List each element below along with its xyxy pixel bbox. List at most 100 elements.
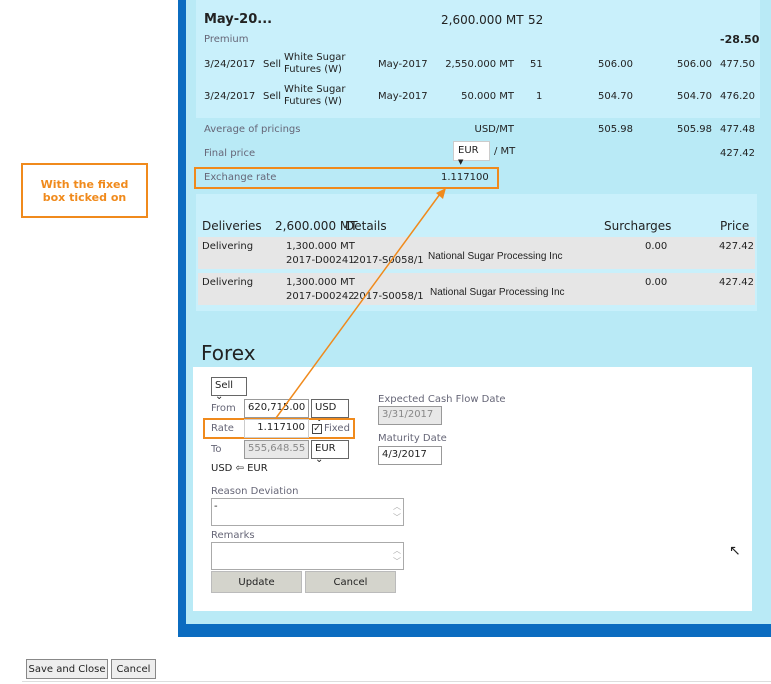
fixed-checkbox[interactable]: ✓ Fixed <box>312 423 350 434</box>
final-currency-value: EUR <box>458 145 479 156</box>
premium-value: -28.50 <box>720 33 760 46</box>
chevron-down-icon: ⌄ <box>215 391 224 402</box>
update-button[interactable]: Update <box>211 571 302 593</box>
footer-divider <box>22 681 771 682</box>
save-and-close-button[interactable]: Save and Close <box>26 659 108 679</box>
forex-cancel-button[interactable]: Cancel <box>305 571 396 593</box>
summary-qty: 2,600.000 MT <box>441 13 524 27</box>
remarks-label: Remarks <box>211 530 255 541</box>
row-instrument: White Sugar Futures (W) <box>284 52 346 75</box>
row-qty: 50.000 MT <box>461 91 514 102</box>
delivery-id[interactable]: 2017-D00242 <box>286 291 355 302</box>
from-currency-value: USD <box>315 402 337 413</box>
to-amount-input: 555,648.55 <box>244 440 309 459</box>
premium-label: Premium <box>204 34 249 45</box>
scroll-arrows-icon[interactable]: ︿ ﹀ <box>393 545 401 567</box>
chevron-down-icon: ⌄ <box>315 454 324 465</box>
annotation-callout: With the fixed box ticked on <box>21 163 148 218</box>
delivery-surcharges: 0.00 <box>645 241 668 252</box>
delivery-counterparty: National Sugar Processing Inc <box>430 287 565 298</box>
row-price: 477.50 <box>720 59 755 70</box>
currency-pair: USD ⇦ EUR <box>211 463 268 474</box>
row-price: 506.00 <box>598 59 633 70</box>
row-date: 3/24/2017 <box>204 91 256 102</box>
row-price: 476.20 <box>720 91 755 102</box>
direction-select[interactable]: Sell ⌄ <box>211 377 247 402</box>
final-currency-select[interactable]: EUR ▼ <box>453 141 490 166</box>
cancel-button[interactable]: Cancel <box>111 659 156 679</box>
delivery-counterparty: National Sugar Processing Inc <box>428 251 563 262</box>
expected-cash-flow-input: 3/31/2017 <box>378 406 442 425</box>
summary-lots: 52 <box>528 13 544 27</box>
final-price-value: 427.42 <box>720 148 755 159</box>
rate-value: 1.117100 <box>257 422 305 433</box>
forex-form: Sell ⌄ From 620,715.00 USD ⌄ Rate 1.1171… <box>193 367 752 611</box>
delivery-price: 427.42 <box>719 277 754 288</box>
scroll-arrows-icon[interactable]: ︿ ﹀ <box>393 501 401 523</box>
row-month: May-2017 <box>378 91 428 102</box>
surcharges-header: Surcharges <box>604 219 672 233</box>
row-side: Sell <box>263 91 282 102</box>
average-p2: 505.98 <box>677 124 712 135</box>
delivery-row[interactable]: Delivering 1,300.000 MT 2017-D00242 2017… <box>198 273 755 305</box>
deliveries-details: Details <box>345 219 387 233</box>
delivery-status: Delivering <box>202 277 254 288</box>
reason-deviation-textarea[interactable]: - ︿ ﹀ <box>211 498 404 526</box>
delivery-price: 427.42 <box>719 241 754 252</box>
fixed-label: Fixed <box>324 423 350 434</box>
delivery-contract[interactable]: 2017-S0058/1 <box>353 291 424 302</box>
expected-cash-flow-value: 3/31/2017 <box>382 409 434 420</box>
to-label: To <box>211 444 222 455</box>
checkbox-checked-icon: ✓ <box>312 423 322 434</box>
row-lots: 51 <box>530 59 543 70</box>
row-lots: 1 <box>536 91 543 102</box>
mouse-cursor-icon: ↖ <box>729 543 741 559</box>
summary-title: May-20... <box>204 12 273 27</box>
to-amount-value: 555,648.55 <box>248 443 306 454</box>
row-date: 3/24/2017 <box>204 59 256 70</box>
rate-label: Rate <box>211 423 234 434</box>
expected-cash-flow-label: Expected Cash Flow Date <box>378 394 506 405</box>
to-currency-value: EUR <box>315 443 336 454</box>
from-label: From <box>211 403 236 414</box>
row-side: Sell <box>263 59 282 70</box>
maturity-date-value: 4/3/2017 <box>382 449 427 460</box>
direction-value: Sell <box>215 380 234 391</box>
to-currency-select[interactable]: EUR ⌄ <box>311 440 349 465</box>
final-unit: / MT <box>494 146 516 157</box>
row-price: 506.00 <box>677 59 712 70</box>
maturity-date-label: Maturity Date <box>378 433 447 444</box>
callout-text: With the fixed box ticked on <box>40 177 129 204</box>
delivery-row[interactable]: Delivering 1,300.000 MT 2017-D00241 2017… <box>198 237 755 269</box>
average-p3: 477.48 <box>720 124 755 135</box>
row-qty: 2,550.000 MT <box>445 59 514 70</box>
rate-input[interactable]: 1.117100 <box>244 419 309 438</box>
forex-title: Forex <box>201 341 256 365</box>
average-label: Average of pricings <box>204 124 301 135</box>
delivery-qty: 1,300.000 MT <box>286 277 355 288</box>
reason-deviation-label: Reason Deviation <box>211 486 299 497</box>
price-header: Price <box>720 219 750 233</box>
remarks-textarea[interactable]: ︿ ﹀ <box>211 542 404 570</box>
average-p1: 505.98 <box>598 124 633 135</box>
row-month: May-2017 <box>378 59 428 70</box>
exchange-rate-label: Exchange rate <box>204 172 277 183</box>
reason-deviation-value: - <box>214 501 218 512</box>
from-currency-select[interactable]: USD ⌄ <box>311 399 349 424</box>
from-amount-value: 620,715.00 <box>248 402 306 413</box>
from-amount-input[interactable]: 620,715.00 <box>244 399 309 418</box>
dropdown-arrow-icon: ▼ <box>458 158 464 166</box>
deliveries-panel: Deliveries 2,600.000 MT Details Surcharg… <box>196 194 757 311</box>
delivery-surcharges: 0.00 <box>645 277 668 288</box>
exchange-rate-value: 1.117100 <box>441 172 489 183</box>
deliveries-header: Deliveries <box>202 219 262 233</box>
row-price: 504.70 <box>677 91 712 102</box>
delivery-status: Delivering <box>202 241 254 252</box>
row-price: 504.70 <box>598 91 633 102</box>
delivery-contract[interactable]: 2017-S0058/1 <box>353 255 424 266</box>
final-price-label: Final price <box>204 148 256 159</box>
row-instrument: White Sugar Futures (W) <box>284 84 346 107</box>
delivery-id[interactable]: 2017-D00241 <box>286 255 355 266</box>
maturity-date-input[interactable]: 4/3/2017 <box>378 446 442 465</box>
average-unit: USD/MT <box>474 124 514 135</box>
